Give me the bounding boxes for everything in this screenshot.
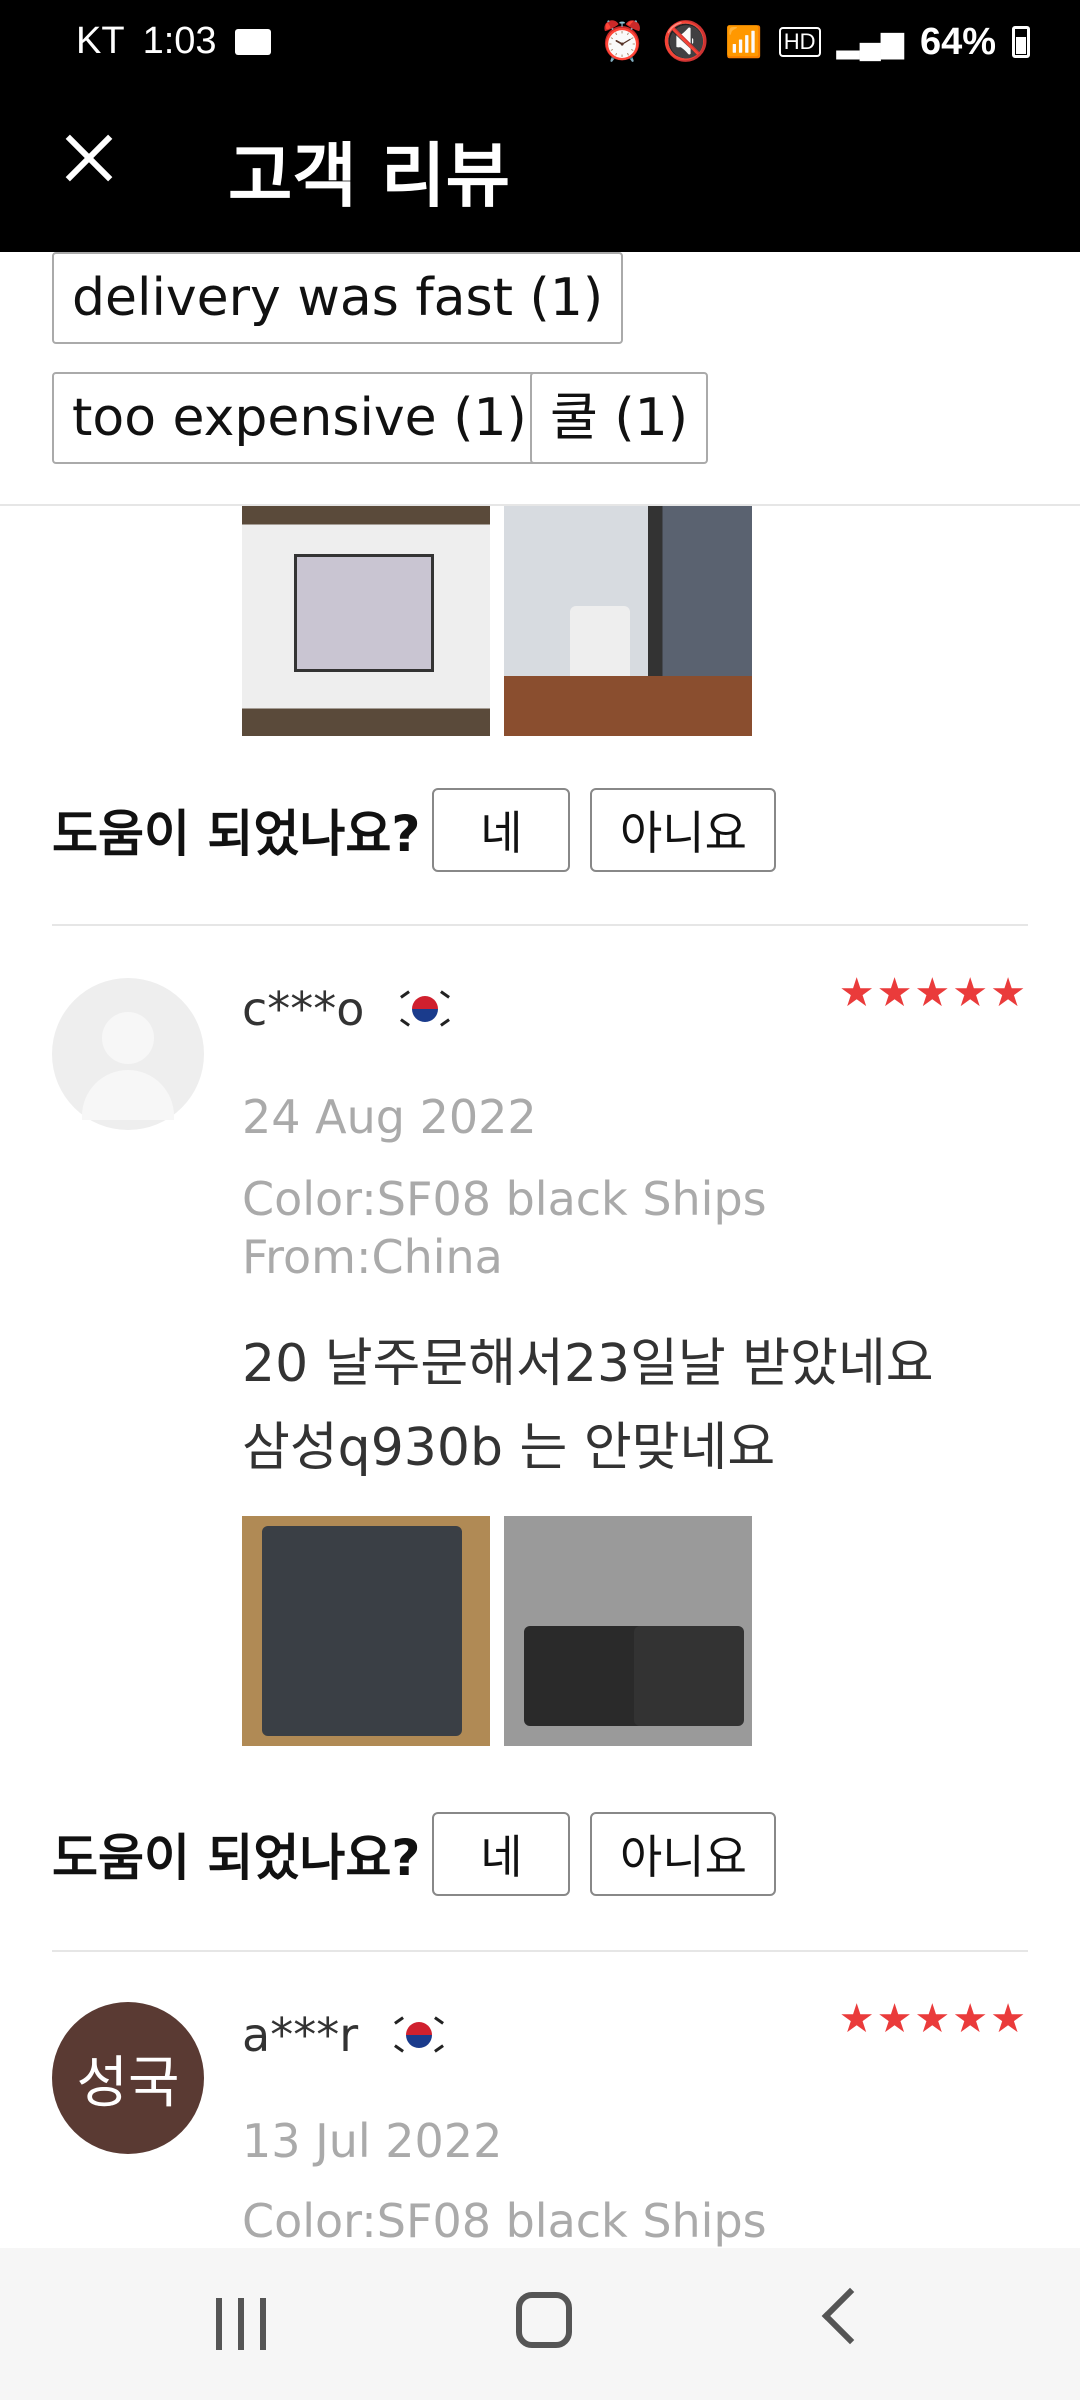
star-rating: ★★★★★ bbox=[838, 970, 1028, 1016]
review-username: a***r bbox=[242, 2008, 446, 2062]
tag-chip-too-expensive[interactable]: too expensive (1) bbox=[52, 372, 547, 464]
avatar: 성국 bbox=[52, 2002, 204, 2154]
korea-flag-icon bbox=[392, 2015, 446, 2055]
variant-color: Color:SF08 black Ships bbox=[242, 2194, 767, 2248]
comment-line: 20 날주문해서23일날 받았네요 bbox=[242, 1334, 934, 1394]
username-text: c***o bbox=[242, 982, 365, 1036]
comment-line: 삼성q930b 는 안맞네요 bbox=[242, 1418, 776, 1478]
review-photo[interactable] bbox=[504, 506, 752, 736]
carrier-label: KT bbox=[76, 20, 125, 62]
battery-percent: 64% bbox=[919, 20, 996, 63]
review-photos bbox=[242, 1516, 752, 1746]
hd-icon: HD bbox=[778, 27, 821, 57]
review-username: c***o bbox=[242, 982, 452, 1036]
variant-color: Color:SF08 black Ships bbox=[242, 1172, 767, 1226]
notification-icon bbox=[234, 28, 271, 55]
divider bbox=[52, 924, 1028, 926]
review-photo[interactable] bbox=[242, 1516, 490, 1746]
close-icon[interactable] bbox=[56, 126, 120, 190]
clock: 1:03 bbox=[142, 20, 217, 62]
recent-apps-icon[interactable] bbox=[212, 2298, 272, 2350]
helpful-yes-button[interactable]: 네 bbox=[432, 1812, 571, 1896]
review-variant: Color:SF08 black Ships From:China bbox=[242, 1170, 767, 1286]
korea-flag-icon bbox=[398, 989, 452, 1029]
wifi-icon: 📶 bbox=[725, 25, 763, 59]
header: 고객 리뷰 bbox=[0, 88, 1080, 252]
tag-chip-cool[interactable]: 쿨 (1) bbox=[530, 372, 709, 464]
battery-icon bbox=[1012, 26, 1030, 58]
signal-icon: ▂▄▆ bbox=[836, 25, 904, 59]
helpful-yes-button[interactable]: 네 bbox=[432, 788, 571, 872]
mute-icon: 🔇 bbox=[662, 21, 710, 63]
review-photos bbox=[242, 506, 752, 736]
star-rating: ★★★★★ bbox=[838, 1996, 1028, 2042]
review-photo[interactable] bbox=[504, 1516, 752, 1746]
helpful-question: 도움이 되었나요? bbox=[52, 805, 421, 863]
review-photo[interactable] bbox=[242, 506, 490, 736]
alarm-icon: ⏰ bbox=[598, 21, 647, 63]
status-bar: KT 1:03 ⏰ 🔇 📶 HD ▂▄▆ 64% bbox=[0, 0, 1080, 88]
variant-from: From:China bbox=[242, 1230, 503, 1284]
system-nav-bar bbox=[0, 2248, 1080, 2400]
review-variant: Color:SF08 black Ships bbox=[242, 2192, 767, 2250]
avatar bbox=[52, 978, 204, 1130]
tag-chip-delivery-fast[interactable]: delivery was fast (1) bbox=[52, 252, 624, 344]
helpful-no-button[interactable]: 아니요 bbox=[590, 1812, 777, 1896]
helpful-question: 도움이 되었나요? bbox=[52, 1829, 421, 1887]
review-date: 13 Jul 2022 bbox=[242, 2114, 503, 2168]
page-title: 고객 리뷰 bbox=[228, 135, 510, 217]
divider bbox=[52, 1950, 1028, 1952]
review-comment: 20 날주문해서23일날 받았네요 삼성q930b 는 안맞네요 bbox=[242, 1322, 1042, 1490]
helpful-row: 도움이 되었나요? 네 아니요 bbox=[52, 1812, 796, 1896]
username-text: a***r bbox=[242, 2008, 359, 2062]
review-tags: delivery was fast (1) too expensive (1) … bbox=[0, 252, 1080, 506]
top-bar: KT 1:03 ⏰ 🔇 📶 HD ▂▄▆ 64% 고객 리뷰 bbox=[0, 0, 1080, 252]
helpful-row: 도움이 되었나요? 네 아니요 bbox=[52, 788, 796, 872]
back-icon[interactable] bbox=[821, 2287, 879, 2345]
home-icon[interactable] bbox=[516, 2292, 572, 2348]
helpful-no-button[interactable]: 아니요 bbox=[590, 788, 777, 872]
review-date: 24 Aug 2022 bbox=[242, 1090, 537, 1144]
